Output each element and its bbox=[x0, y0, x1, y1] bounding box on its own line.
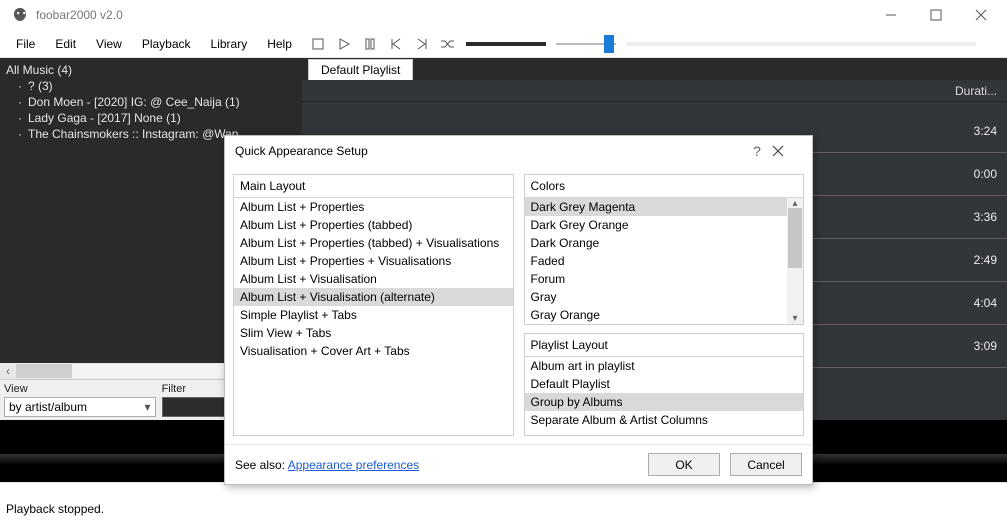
list-item[interactable]: Visualisation + Cover Art + Tabs bbox=[234, 342, 513, 360]
dialog-title: Quick Appearance Setup bbox=[235, 144, 368, 158]
cell-duration: 0:00 bbox=[974, 167, 997, 181]
list-item[interactable]: Faded bbox=[525, 252, 788, 270]
quick-appearance-dialog: Quick Appearance Setup ? Main Layout Alb… bbox=[224, 135, 813, 485]
next-icon[interactable] bbox=[414, 36, 430, 52]
list-item[interactable]: Simple Playlist + Tabs bbox=[234, 306, 513, 324]
view-combo-value: by artist/album bbox=[9, 400, 87, 414]
menu-view[interactable]: View bbox=[86, 33, 132, 55]
maximize-button[interactable] bbox=[913, 0, 958, 30]
list-item[interactable]: Slim View + Tabs bbox=[234, 324, 513, 342]
list-item[interactable]: Album art in playlist bbox=[525, 357, 804, 375]
list-item[interactable]: Group by Albums bbox=[525, 393, 804, 411]
main-layout-list[interactable]: Album List + PropertiesAlbum List + Prop… bbox=[234, 198, 513, 360]
playback-toolbar bbox=[310, 36, 976, 52]
ok-button[interactable]: OK bbox=[648, 453, 720, 476]
playlist-tabs: Default Playlist bbox=[302, 58, 1007, 80]
list-item[interactable]: Album List + Properties (tabbed) + Visua… bbox=[234, 234, 513, 252]
list-item[interactable]: Album List + Visualisation bbox=[234, 270, 513, 288]
playlist-layout-heading: Playlist Layout bbox=[525, 334, 804, 357]
help-icon[interactable]: ? bbox=[742, 143, 772, 159]
col-duration[interactable]: Durati... bbox=[955, 84, 997, 98]
stop-icon[interactable] bbox=[310, 36, 326, 52]
colors-panel: Colors Dark Grey MagentaDark Grey Orange… bbox=[524, 174, 805, 325]
cell-duration: 3:24 bbox=[974, 124, 997, 138]
list-item[interactable]: Separate Album & Artist Columns bbox=[525, 411, 804, 429]
tab-default-playlist[interactable]: Default Playlist bbox=[308, 59, 413, 80]
window-title: foobar2000 v2.0 bbox=[36, 8, 123, 22]
list-item[interactable]: Album List + Properties + Visualisations bbox=[234, 252, 513, 270]
pause-icon[interactable] bbox=[362, 36, 378, 52]
main-layout-heading: Main Layout bbox=[234, 175, 513, 198]
playlist-layout-panel: Playlist Layout Album art in playlistDef… bbox=[524, 333, 805, 436]
menu-edit[interactable]: Edit bbox=[45, 33, 86, 55]
colors-scrollbar[interactable]: ▴ ▾ bbox=[787, 198, 803, 324]
close-button[interactable] bbox=[958, 0, 1003, 30]
list-item[interactable]: Forum bbox=[525, 270, 788, 288]
menu-library[interactable]: Library bbox=[201, 33, 258, 55]
list-item[interactable]: Dark Orange bbox=[525, 234, 788, 252]
colors-heading: Colors bbox=[525, 175, 804, 198]
titlebar: foobar2000 v2.0 bbox=[0, 0, 1007, 30]
app-icon bbox=[10, 5, 30, 25]
list-item[interactable]: Album List + Visualisation (alternate) bbox=[234, 288, 513, 306]
main-content: All Music (4) ·? (3) ·Don Moen - [2020] … bbox=[0, 58, 1007, 420]
menubar: File Edit View Playback Library Help bbox=[0, 30, 1007, 58]
play-icon[interactable] bbox=[336, 36, 352, 52]
status-bar: Playback stopped. bbox=[0, 482, 1007, 520]
main-layout-panel: Main Layout Album List + PropertiesAlbum… bbox=[233, 174, 514, 436]
view-label: View bbox=[4, 383, 156, 395]
tree-node[interactable]: ·Lady Gaga - [2017] None (1) bbox=[6, 110, 296, 126]
scroll-down-icon[interactable]: ▾ bbox=[787, 313, 803, 324]
list-item[interactable]: Dark Grey Magenta bbox=[525, 198, 788, 216]
playlist-layout-list[interactable]: Album art in playlistDefault PlaylistGro… bbox=[525, 357, 804, 429]
tree-node[interactable]: ·? (3) bbox=[6, 78, 296, 94]
balance-slider[interactable] bbox=[556, 43, 616, 45]
view-combo[interactable]: by artist/album ▾ bbox=[4, 397, 156, 417]
menu-help[interactable]: Help bbox=[257, 33, 302, 55]
playlist-header: Durati... bbox=[302, 80, 1007, 102]
close-icon[interactable] bbox=[772, 145, 802, 157]
list-item[interactable]: Gray bbox=[525, 288, 788, 306]
tree-node[interactable]: ·Don Moen - [2020] IG: @ Cee_Naija (1) bbox=[6, 94, 296, 110]
cell-duration: 3:09 bbox=[974, 339, 997, 353]
list-item[interactable]: Dark Grey Orange bbox=[525, 216, 788, 234]
appearance-preferences-link[interactable]: Appearance preferences bbox=[288, 458, 419, 472]
see-also-text: See also: Appearance preferences bbox=[235, 458, 419, 472]
cancel-button[interactable]: Cancel bbox=[730, 453, 802, 476]
dialog-titlebar: Quick Appearance Setup ? bbox=[225, 136, 812, 166]
chevron-down-icon: ▾ bbox=[145, 400, 151, 414]
cell-duration: 2:49 bbox=[974, 253, 997, 267]
list-item[interactable]: Album List + Properties (tabbed) bbox=[234, 216, 513, 234]
prev-icon[interactable] bbox=[388, 36, 404, 52]
cell-duration: 4:04 bbox=[974, 296, 997, 310]
volume-slider[interactable] bbox=[466, 42, 546, 46]
minimize-button[interactable] bbox=[868, 0, 913, 30]
status-text: Playback stopped. bbox=[6, 502, 104, 516]
menu-file[interactable]: File bbox=[6, 33, 45, 55]
colors-list[interactable]: Dark Grey MagentaDark Grey OrangeDark Or… bbox=[525, 198, 788, 324]
dialog-footer: See also: Appearance preferences OK Canc… bbox=[225, 444, 812, 484]
scroll-left-icon[interactable]: ‹ bbox=[0, 364, 16, 378]
tree-root[interactable]: All Music (4) bbox=[6, 62, 296, 78]
list-item[interactable]: Album List + Properties bbox=[234, 198, 513, 216]
random-icon[interactable] bbox=[440, 36, 456, 52]
menu-playback[interactable]: Playback bbox=[132, 33, 201, 55]
list-item[interactable]: Gray Orange bbox=[525, 306, 788, 324]
list-item[interactable]: Default Playlist bbox=[525, 375, 804, 393]
cell-duration: 3:36 bbox=[974, 210, 997, 224]
seek-slider[interactable] bbox=[626, 42, 976, 46]
